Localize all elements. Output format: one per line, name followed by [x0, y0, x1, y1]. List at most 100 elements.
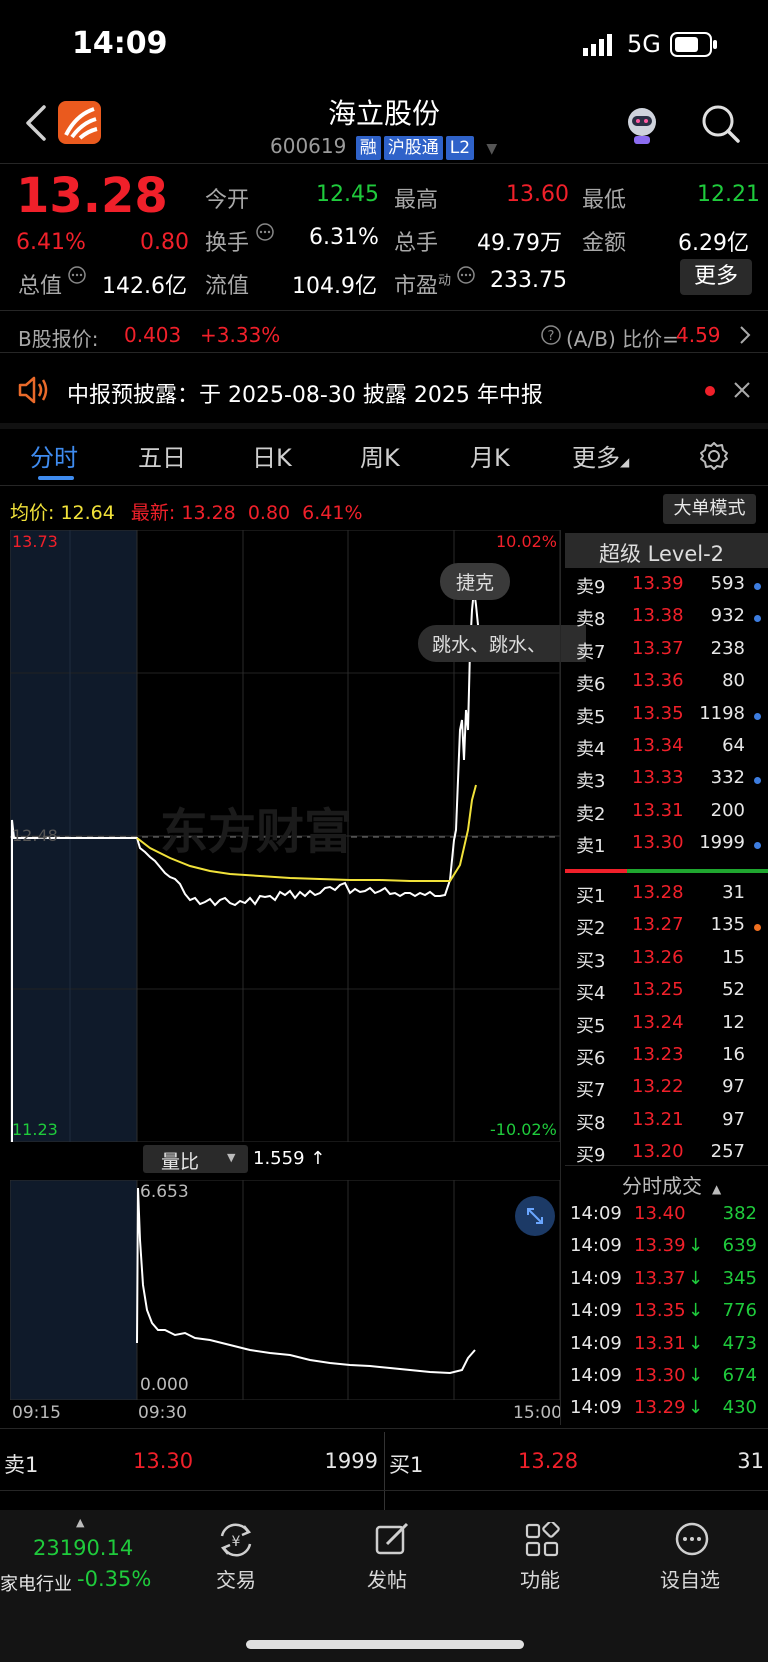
ask-volume: 332	[710, 767, 745, 789]
bid-row[interactable]: 买6 13.23 16	[570, 1044, 765, 1076]
ask-row[interactable]: 卖6 13.36 80	[570, 670, 765, 702]
bid-price: 13.21	[632, 1108, 684, 1130]
level2-title: 超级 Level-2	[599, 542, 725, 566]
nav-add-watchlist[interactable]: 设自选	[658, 1522, 738, 1592]
tick-direction-icon: ↓	[688, 1235, 704, 1257]
bid-label: 买9	[576, 1145, 606, 1167]
robot-assistant-icon[interactable]	[620, 102, 664, 150]
big-order-mode-button[interactable]: 大单模式	[663, 494, 756, 524]
ask-row[interactable]: 卖7 13.37 238	[570, 638, 765, 670]
tick-volume: 345	[722, 1267, 757, 1289]
indicator-select[interactable]: 量比 ▼	[143, 1145, 248, 1173]
tab-five-day[interactable]: 五日	[138, 438, 186, 473]
clock: 14:09	[72, 26, 168, 61]
intraday-chart[interactable]: 东方财富 13.73 11.23 12.48 10.02% -10.02% 捷克…	[10, 530, 586, 1142]
bid-price: 13.22	[632, 1076, 684, 1098]
ask-volume: 932	[710, 605, 745, 627]
volume-ratio-chart[interactable]: 6.653 0.000	[10, 1180, 560, 1400]
tick-row: 14:09 13.40 382	[570, 1203, 765, 1235]
ask-row[interactable]: 卖4 13.34 64	[570, 735, 765, 767]
bid-row[interactable]: 买8 13.21 97	[570, 1109, 765, 1141]
svg-text:?: ?	[548, 329, 555, 344]
ask-row[interactable]: 卖9 13.39 593	[570, 573, 765, 605]
tick-time: 14:09	[570, 1203, 622, 1224]
nav-trade[interactable]: ¥ 交易	[200, 1522, 272, 1592]
ticks-title[interactable]: 分时成交 ▲	[622, 1170, 721, 1199]
bid-row[interactable]: 买9 13.20 257	[570, 1141, 765, 1173]
tab-more[interactable]: 更多◢	[572, 438, 629, 473]
ask-row[interactable]: 卖5 13.35 1198	[570, 703, 765, 735]
nav-post[interactable]: 发帖	[365, 1522, 437, 1592]
bid-row[interactable]: 买5 13.24 12	[570, 1012, 765, 1044]
ask-row[interactable]: 卖1 13.30 1999	[570, 832, 765, 864]
tick-row: 14:09 13.35 ↓ 776	[570, 1300, 765, 1332]
nav-functions-label: 功能	[520, 1568, 560, 1592]
settings-icon[interactable]	[698, 440, 730, 476]
index-widget[interactable]: ▲ 23190.14 家电行业 -0.35%	[0, 1512, 190, 1595]
bottom-buy[interactable]: 买1 13.28 31	[385, 1432, 768, 1487]
tick-price: 13.40	[634, 1203, 686, 1224]
event-bubble[interactable]: 捷克	[440, 563, 511, 600]
tick-time: 14:09	[570, 1300, 622, 1322]
tick-volume: 776	[722, 1300, 757, 1322]
divider	[565, 1165, 768, 1166]
time-axis-start: 09:15	[12, 1403, 61, 1423]
ask-row[interactable]: 卖8 13.38 932	[570, 605, 765, 637]
latest-pct: 6.41%	[302, 502, 363, 524]
nav-functions[interactable]: 功能	[518, 1522, 590, 1592]
bid-price: 13.20	[632, 1141, 684, 1163]
volume-axis-min: 0.000	[140, 1375, 189, 1395]
expand-icon[interactable]	[515, 1196, 555, 1236]
tick-volume: 639	[722, 1235, 757, 1257]
ask-label: 卖1	[576, 836, 606, 858]
tick-volume: 473	[722, 1332, 757, 1354]
grid-icon	[525, 1522, 560, 1557]
ask-label: 卖5	[576, 706, 606, 728]
bid-row[interactable]: 买3 13.26 15	[570, 947, 765, 979]
help-icon[interactable]: ?	[540, 324, 562, 350]
info-icon[interactable]	[456, 265, 476, 289]
buy-label: 买1	[389, 1453, 424, 1477]
tab-daily-k[interactable]: 日K	[252, 438, 292, 473]
tick-direction-icon: ↓	[688, 1267, 704, 1289]
time-axis-open: 09:30	[138, 1403, 187, 1423]
bid-row[interactable]: 买1 13.28 31	[570, 882, 765, 914]
level2-header[interactable]: 超级 Level-2	[565, 533, 768, 568]
chevron-right-icon[interactable]	[738, 324, 752, 350]
info-icon[interactable]	[67, 265, 87, 289]
bottom-sell[interactable]: 卖1 13.30 1999	[0, 1432, 384, 1487]
amount-label: 金额	[582, 231, 627, 256]
sell-label: 卖1	[4, 1453, 39, 1477]
mktcap-value: 142.6亿	[102, 274, 187, 299]
search-icon[interactable]	[700, 103, 742, 149]
tick-direction-icon: ↓	[688, 1365, 704, 1386]
ask-label: 卖6	[576, 674, 606, 696]
stock-code-row[interactable]: 600619 融沪股通 L2 ▼	[270, 134, 497, 160]
bshare-pct: +3.33%	[200, 323, 281, 347]
big-order-dot	[754, 777, 761, 785]
high-label: 最高	[394, 188, 439, 213]
more-button[interactable]: 更多	[680, 259, 752, 295]
latest-label: 最新:	[130, 502, 176, 524]
tab-intraday[interactable]: 分时	[30, 438, 78, 473]
bid-row[interactable]: 买7 13.22 97	[570, 1076, 765, 1108]
bid-label: 买7	[576, 1080, 606, 1102]
bid-label: 买5	[576, 1015, 606, 1037]
close-icon[interactable]	[733, 381, 751, 403]
tick-time: 14:09	[570, 1332, 622, 1354]
tick-volume: 382	[722, 1203, 757, 1224]
pe-label: 市盈动	[394, 273, 452, 299]
time-axis-close: 15:00	[513, 1403, 562, 1423]
spread-bar	[565, 869, 768, 873]
bid-label: 买6	[576, 1048, 606, 1069]
chevron-down-icon: ▼	[486, 141, 498, 157]
bid-row[interactable]: 买2 13.27 135	[570, 914, 765, 946]
bid-row[interactable]: 买4 13.25 52	[570, 979, 765, 1011]
tab-weekly-k[interactable]: 周K	[360, 438, 400, 473]
ask-row[interactable]: 卖3 13.33 332	[570, 767, 765, 799]
ask-row[interactable]: 卖2 13.31 200	[570, 800, 765, 832]
connect-tag: 沪股通	[383, 136, 443, 160]
tab-monthly-k[interactable]: 月K	[470, 438, 510, 473]
notice-text[interactable]: 中报预披露：于 2025-08-30 披露 2025 年中报	[67, 377, 543, 409]
info-icon[interactable]	[255, 222, 275, 246]
